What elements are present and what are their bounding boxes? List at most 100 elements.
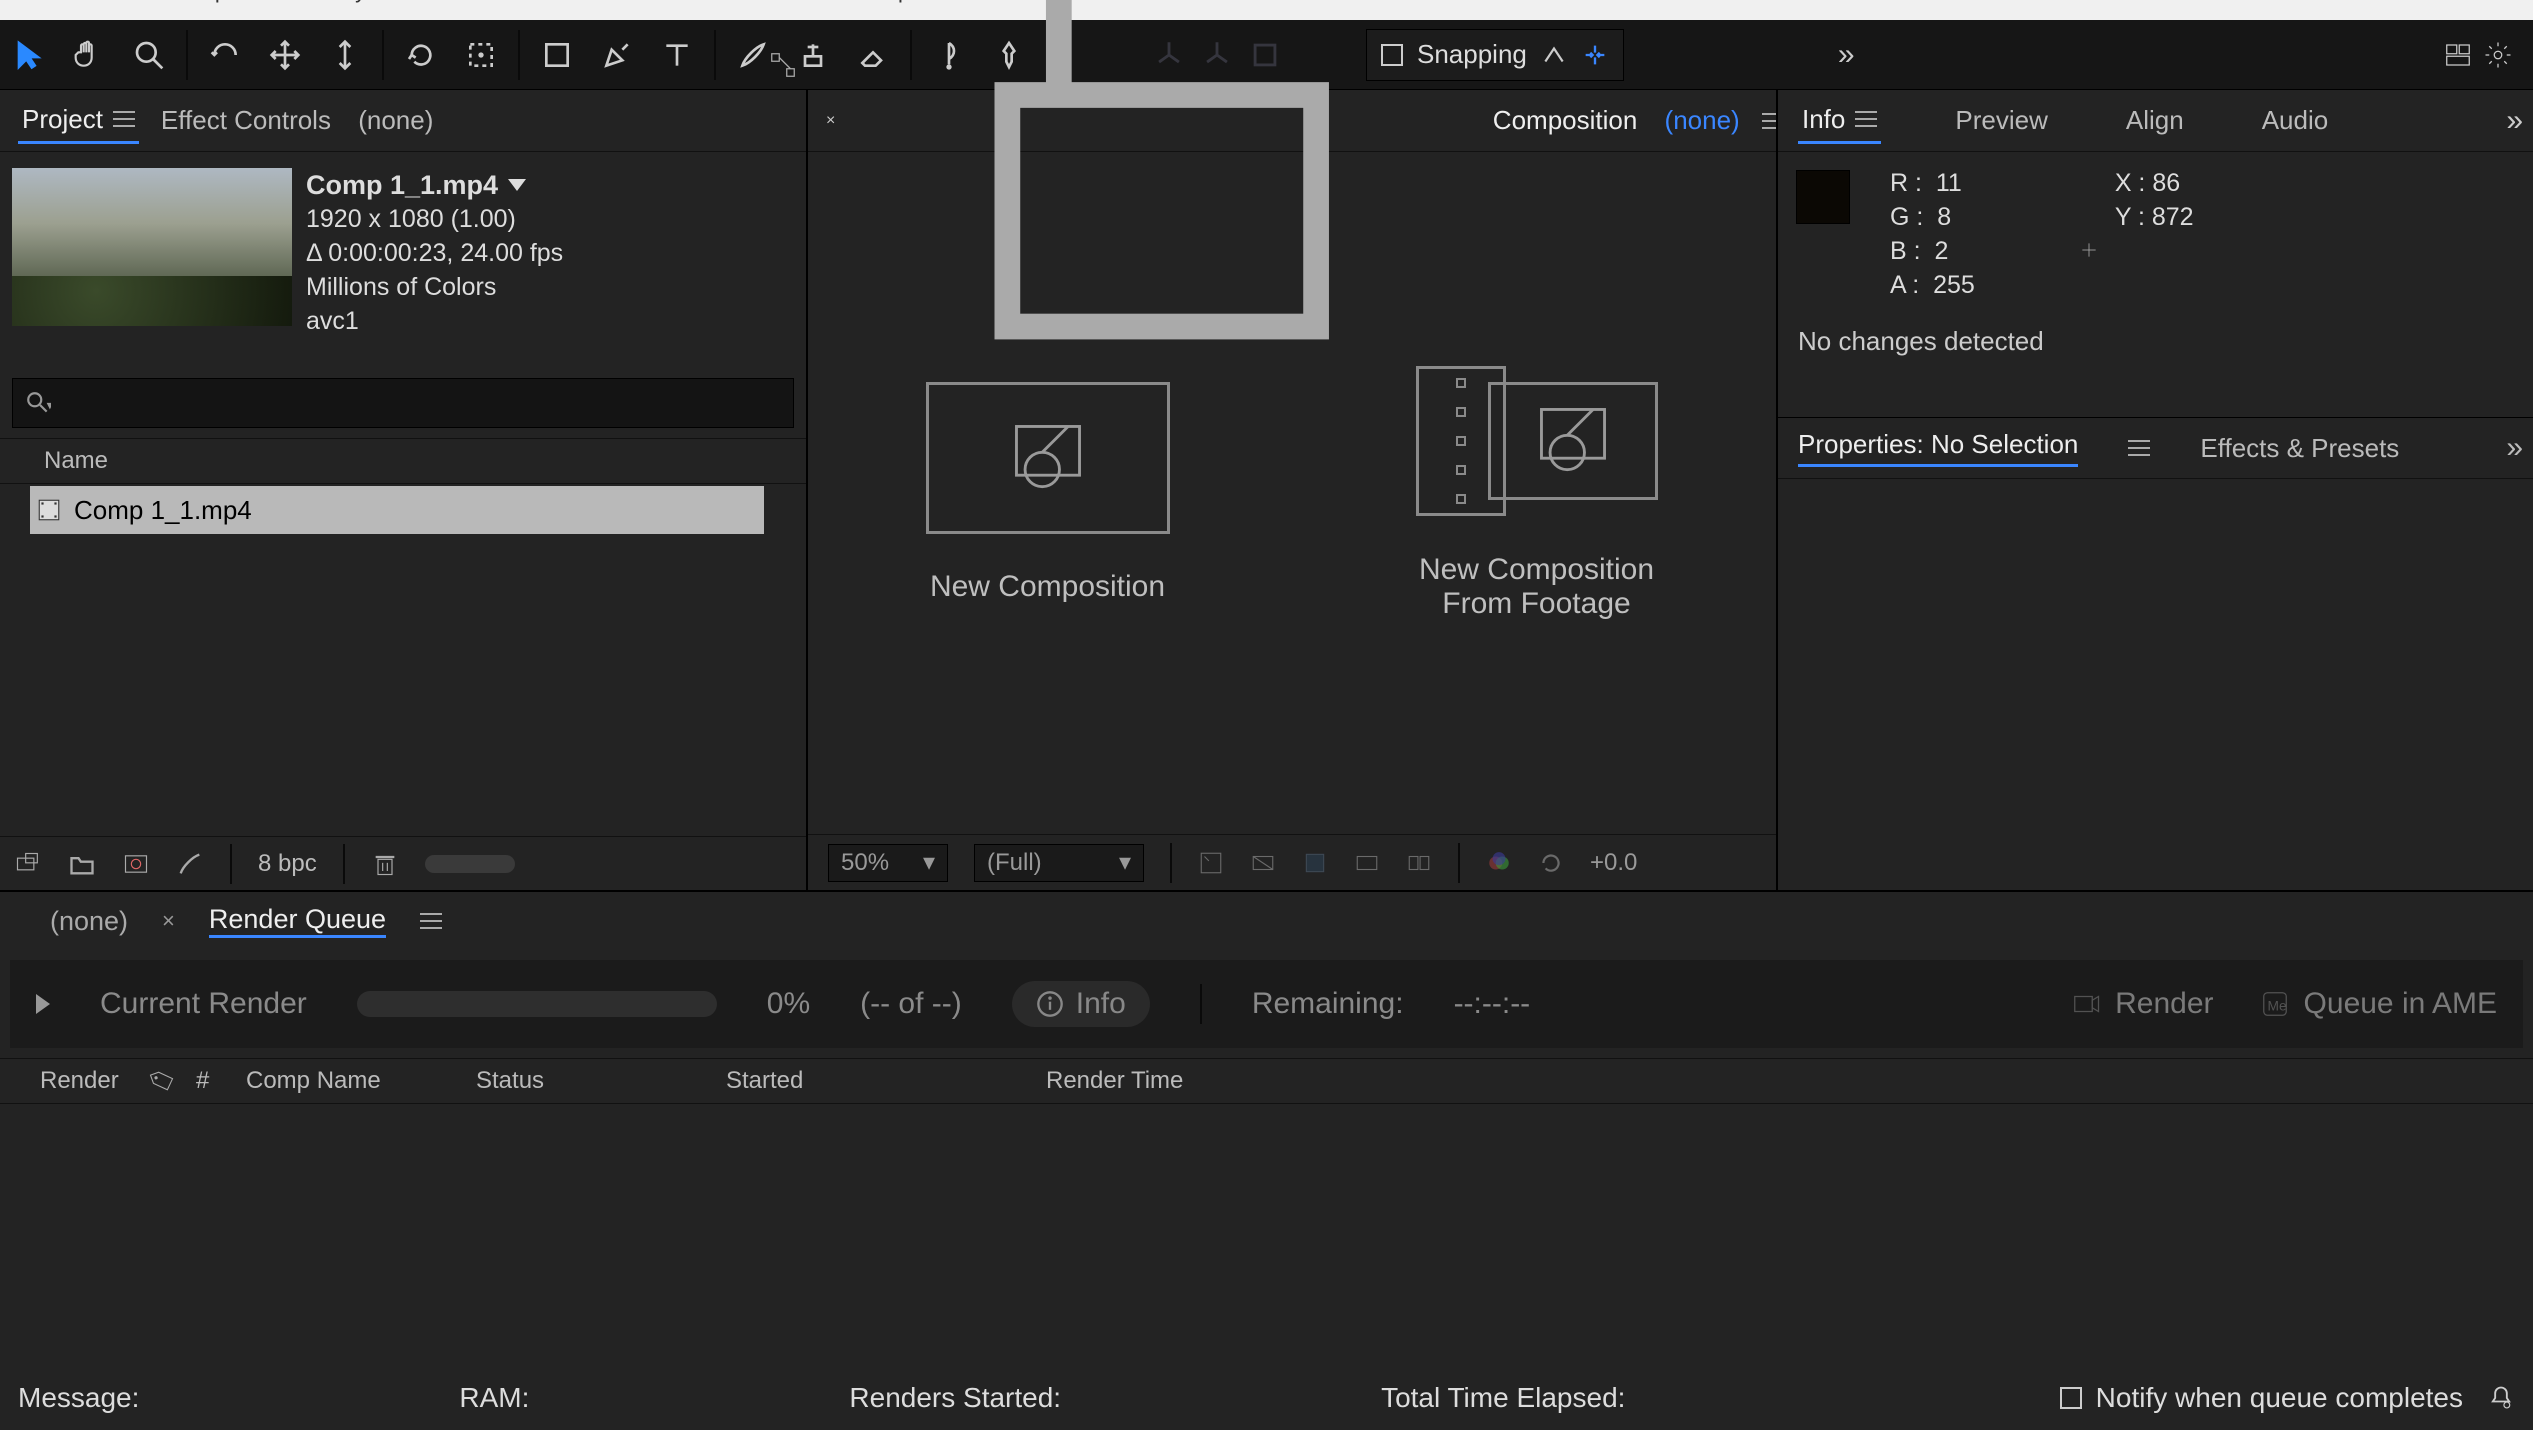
transparency-icon[interactable] <box>1198 850 1224 876</box>
tab-info[interactable]: Info <box>1798 98 1881 144</box>
tab-timeline-none[interactable]: (none) <box>50 906 128 937</box>
info-rgba: R : 11 G : 8 B : 2 A : 255 <box>1890 166 1975 302</box>
close-tab-icon[interactable]: × <box>826 112 835 130</box>
crosshair-icon <box>2079 240 2099 260</box>
panel-menu-icon[interactable] <box>1855 111 1877 127</box>
footer-total-elapsed: Total Time Elapsed: <box>1381 1382 1625 1414</box>
orbit-tool[interactable] <box>202 32 248 78</box>
render-icon <box>2071 989 2101 1019</box>
pan-tool[interactable] <box>262 32 308 78</box>
tab-composition[interactable]: Composition (none) <box>1489 99 1744 142</box>
notify-checkbox[interactable]: Notify when queue completes <box>2060 1382 2515 1414</box>
asset-thumbnail[interactable] <box>12 168 292 326</box>
zoom-tool[interactable] <box>126 32 172 78</box>
info-message: No changes detected <box>1778 316 2533 367</box>
project-panel: Project Effect Controls (none) Comp 1_1.… <box>0 90 808 890</box>
text-tool[interactable] <box>654 32 700 78</box>
render-info-button[interactable]: Info <box>1012 981 1150 1027</box>
flowchart-icon[interactable] <box>768 50 798 80</box>
tab-align[interactable]: Align <box>2122 99 2188 142</box>
tab-project[interactable]: Project <box>18 98 139 144</box>
info-color-swatch <box>1796 170 1850 224</box>
project-columns-header[interactable]: Name <box>0 438 806 484</box>
snap-edge-icon[interactable] <box>1541 42 1567 68</box>
chevron-down-icon[interactable] <box>508 179 526 191</box>
rotation-tool[interactable] <box>398 32 444 78</box>
tag-icon <box>146 1064 179 1097</box>
panel-menu-icon[interactable] <box>1762 113 1776 129</box>
toolbar-overflow[interactable]: » <box>1838 38 1855 72</box>
new-folder-icon[interactable] <box>68 850 96 878</box>
snap-collapse-icon[interactable] <box>1581 41 1609 69</box>
new-adjustment-icon[interactable] <box>176 850 204 878</box>
trash-icon[interactable] <box>371 850 399 878</box>
mask-icon[interactable] <box>1250 850 1276 876</box>
remaining-label: Remaining: <box>1252 987 1404 1021</box>
close-tab-icon[interactable]: × <box>162 908 175 934</box>
footer-renders-started: Renders Started: <box>849 1382 1061 1414</box>
region-icon[interactable] <box>1302 850 1328 876</box>
dolly-tool[interactable] <box>322 32 368 78</box>
footer-ram: RAM: <box>459 1382 529 1414</box>
info-xy: X : 86 Y : 872 <box>2115 166 2194 302</box>
bell-icon[interactable] <box>2487 1384 2515 1412</box>
search-icon: ▾ <box>25 390 51 416</box>
composition-footer: 50%▾ (Full)▾ +0.0 <box>808 834 1776 890</box>
selection-tool[interactable] <box>6 32 52 78</box>
exposure-value[interactable]: +0.0 <box>1590 849 1637 877</box>
tab-properties[interactable]: Properties: No Selection <box>1798 429 2078 467</box>
panel-menu-icon[interactable] <box>113 111 135 127</box>
side-panel: Info Preview Align Audio » R : 11 G : 8 … <box>1778 90 2533 890</box>
video-file-icon <box>36 497 62 523</box>
bpc-label[interactable]: 8 bpc <box>258 850 317 878</box>
info-icon <box>1036 990 1064 1018</box>
current-render-label: Current Render <box>100 987 307 1021</box>
new-composition-from-footage-button[interactable]: New CompositionFrom Footage <box>1307 365 1766 621</box>
thumbnail-size-slider[interactable] <box>425 855 515 873</box>
guides-icon[interactable] <box>1406 850 1432 876</box>
project-footer: 8 bpc <box>0 836 806 890</box>
tab-effects-presets[interactable]: Effects & Presets <box>2200 433 2399 464</box>
remaining-time: --:--:-- <box>1454 987 1531 1021</box>
interpret-footage-icon[interactable] <box>14 850 42 878</box>
render-progress-bar <box>357 991 717 1017</box>
zoom-select[interactable]: 50%▾ <box>828 844 948 882</box>
tab-effect-controls[interactable]: Effect Controls (none) <box>157 99 437 142</box>
footer-message: Message: <box>18 1382 139 1414</box>
panel-overflow[interactable]: » <box>2506 104 2523 138</box>
comp-icon <box>1530 398 1616 484</box>
render-queue-panel: (none) × Render Queue Current Render 0% … <box>0 890 2533 1430</box>
render-button[interactable]: Render <box>2071 987 2213 1021</box>
channel-icon[interactable] <box>1486 850 1512 876</box>
render-queue-columns[interactable]: Render # Comp Name Status Started Render… <box>0 1058 2533 1104</box>
anchor-tool[interactable] <box>458 32 504 78</box>
comp-icon <box>1005 415 1091 501</box>
panel-overflow[interactable]: » <box>2506 431 2523 465</box>
expand-icon[interactable] <box>36 994 50 1014</box>
new-composition-button[interactable]: New Composition <box>818 382 1277 604</box>
tab-preview[interactable]: Preview <box>1951 99 2051 142</box>
pen-tool[interactable] <box>594 32 640 78</box>
shape-tool[interactable] <box>534 32 580 78</box>
asset-metadata: Comp 1_1.mp4 1920 x 1080 (1.00) Δ 0:00:0… <box>306 168 563 338</box>
panel-menu-icon[interactable] <box>420 913 442 929</box>
exposure-reset-icon[interactable] <box>1538 850 1564 876</box>
resolution-select[interactable]: (Full)▾ <box>974 844 1144 882</box>
render-percent: 0% <box>767 987 810 1021</box>
hand-tool[interactable] <box>66 32 112 78</box>
queue-in-ame-button[interactable]: Me Queue in AME <box>2260 987 2497 1021</box>
render-progress-of: (-- of --) <box>860 987 962 1021</box>
svg-text:▾: ▾ <box>47 398 51 413</box>
project-asset-row[interactable]: Comp 1_1.mp4 <box>30 486 764 534</box>
svg-text:Me: Me <box>2267 998 2286 1013</box>
workspace-icon[interactable] <box>2443 40 2473 70</box>
settings-icon[interactable] <box>2483 40 2513 70</box>
tab-audio[interactable]: Audio <box>2258 99 2333 142</box>
panel-menu-icon[interactable] <box>2128 440 2150 456</box>
project-search-input[interactable]: ▾ <box>12 378 794 428</box>
new-comp-icon[interactable] <box>122 850 150 878</box>
tab-render-queue[interactable]: Render Queue <box>209 904 386 938</box>
grid-icon[interactable] <box>1354 850 1380 876</box>
ame-icon: Me <box>2260 989 2290 1019</box>
composition-panel: × Composition (none) New Composition <box>808 90 1778 890</box>
